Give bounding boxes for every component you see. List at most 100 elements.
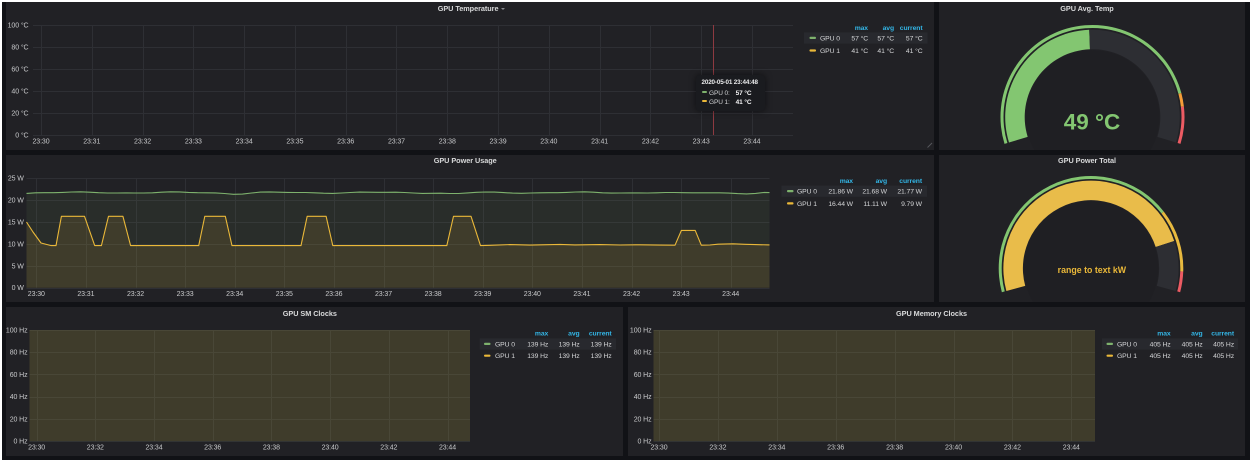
svg-text:139 Hz: 139 Hz [591,353,613,360]
svg-text:57 °C: 57 °C [877,34,894,42]
svg-text:max: max [855,25,869,32]
svg-text:23:40: 23:40 [524,291,541,298]
svg-text:57 °C: 57 °C [906,34,923,42]
svg-text:23:39: 23:39 [490,139,507,146]
svg-text:60 °C: 60 °C [11,66,28,74]
svg-text:41 °C: 41 °C [851,47,868,55]
svg-text:GPU 1: GPU 1 [797,201,817,208]
svg-text:60 Hz: 60 Hz [10,372,28,379]
svg-text:23:35: 23:35 [286,139,303,146]
svg-text:80 °C: 80 °C [11,44,28,52]
svg-text:139 Hz: 139 Hz [559,353,581,360]
svg-text:100 Hz: 100 Hz [630,328,652,335]
svg-text:80 Hz: 80 Hz [10,350,28,357]
svg-text:21.86 W: 21.86 W [828,189,853,196]
svg-text:23:32: 23:32 [87,445,104,452]
svg-text:23:30: 23:30 [650,445,667,452]
svg-text:avg: avg [883,25,894,32]
svg-text:11.11 W: 11.11 W [863,201,887,208]
svg-text:20 Hz: 20 Hz [10,416,28,423]
svg-text:40 Hz: 40 Hz [634,394,652,401]
svg-text:range to text kW: range to text kW [1058,265,1127,275]
svg-text:41 °C: 41 °C [906,47,923,55]
svg-text:40 °C: 40 °C [11,88,28,96]
svg-text:0 Hz: 0 Hz [14,439,29,446]
svg-text:avg: avg [876,178,887,185]
svg-text:GPU 0: GPU 0 [1117,341,1137,348]
svg-text:max: max [840,178,854,185]
svg-text:41 °C: 41 °C [877,47,894,55]
svg-text:139 Hz: 139 Hz [527,353,549,360]
svg-text:23:31: 23:31 [83,139,100,146]
svg-text:23:38: 23:38 [886,445,903,452]
svg-text:60 Hz: 60 Hz [634,372,652,379]
svg-text:current: current [899,178,923,185]
svg-text:23:44: 23:44 [439,445,456,452]
svg-text:23:36: 23:36 [827,445,844,452]
svg-text:23:32: 23:32 [127,291,144,298]
svg-text:avg: avg [568,331,579,338]
svg-text:23:42: 23:42 [642,139,659,146]
svg-text:0 W: 0 W [12,285,25,292]
svg-text:GPU 1: GPU 1 [820,48,840,55]
svg-text:9.79 W: 9.79 W [901,201,923,208]
svg-text:23:36: 23:36 [204,445,221,452]
svg-text:21.77 W: 21.77 W [897,189,922,196]
svg-text:current: current [1211,331,1235,338]
svg-text:405 Hz: 405 Hz [1182,353,1204,360]
svg-text:23:30: 23:30 [28,291,45,298]
svg-text:GPU 0: GPU 0 [495,341,515,348]
svg-text:139 Hz: 139 Hz [559,341,581,348]
svg-text:23:34: 23:34 [236,139,253,146]
svg-text:max: max [1157,331,1171,338]
svg-text:10 W: 10 W [8,241,24,248]
svg-text:23:36: 23:36 [337,139,354,146]
svg-text:405 Hz: 405 Hz [1150,353,1172,360]
svg-text:23:37: 23:37 [375,291,392,298]
svg-text:139 Hz: 139 Hz [527,341,549,348]
svg-text:23:32: 23:32 [134,139,151,146]
svg-text:max: max [535,331,549,338]
svg-text:0 °C: 0 °C [15,132,28,140]
svg-text:23:40: 23:40 [945,445,962,452]
svg-text:23:32: 23:32 [709,445,726,452]
svg-text:23:37: 23:37 [388,139,405,146]
svg-text:23:41: 23:41 [591,139,608,146]
svg-text:23:44: 23:44 [722,291,739,298]
svg-text:23:30: 23:30 [32,139,49,146]
svg-text:23:34: 23:34 [226,291,243,298]
svg-text:23:44: 23:44 [1063,445,1080,452]
svg-text:23:38: 23:38 [425,291,442,298]
svg-text:405 Hz: 405 Hz [1213,341,1235,348]
svg-text:GPU 0: GPU 0 [797,189,817,196]
svg-text:23:35: 23:35 [276,291,293,298]
svg-text:current: current [900,25,924,32]
svg-text:20 °C: 20 °C [11,110,28,118]
svg-text:20 Hz: 20 Hz [634,416,652,423]
svg-text:23:38: 23:38 [263,445,280,452]
svg-text:23:34: 23:34 [768,445,785,452]
svg-text:23:42: 23:42 [380,445,397,452]
svg-text:23:40: 23:40 [540,139,557,146]
svg-text:23:43: 23:43 [693,139,710,146]
svg-text:25 W: 25 W [8,176,24,183]
svg-text:23:34: 23:34 [145,445,162,452]
svg-text:40 Hz: 40 Hz [10,394,28,401]
svg-text:GPU 1: GPU 1 [1117,353,1137,360]
svg-text:21.68 W: 21.68 W [862,189,887,196]
svg-text:405 Hz: 405 Hz [1182,341,1204,348]
svg-text:23:33: 23:33 [177,291,194,298]
svg-text:100 °C: 100 °C [8,22,29,30]
svg-text:23:38: 23:38 [439,139,456,146]
svg-text:GPU 1: GPU 1 [495,353,515,360]
svg-text:23:31: 23:31 [77,291,94,298]
svg-text:23:44: 23:44 [743,139,760,146]
svg-text:16.44 W: 16.44 W [828,201,853,208]
svg-text:23:42: 23:42 [623,291,640,298]
svg-text:23:36: 23:36 [325,291,342,298]
svg-text:23:33: 23:33 [185,139,202,146]
svg-text:current: current [589,331,613,338]
svg-text:5 W: 5 W [12,263,25,270]
svg-text:15 W: 15 W [8,219,24,226]
svg-text:49 °C: 49 °C [1064,110,1121,135]
